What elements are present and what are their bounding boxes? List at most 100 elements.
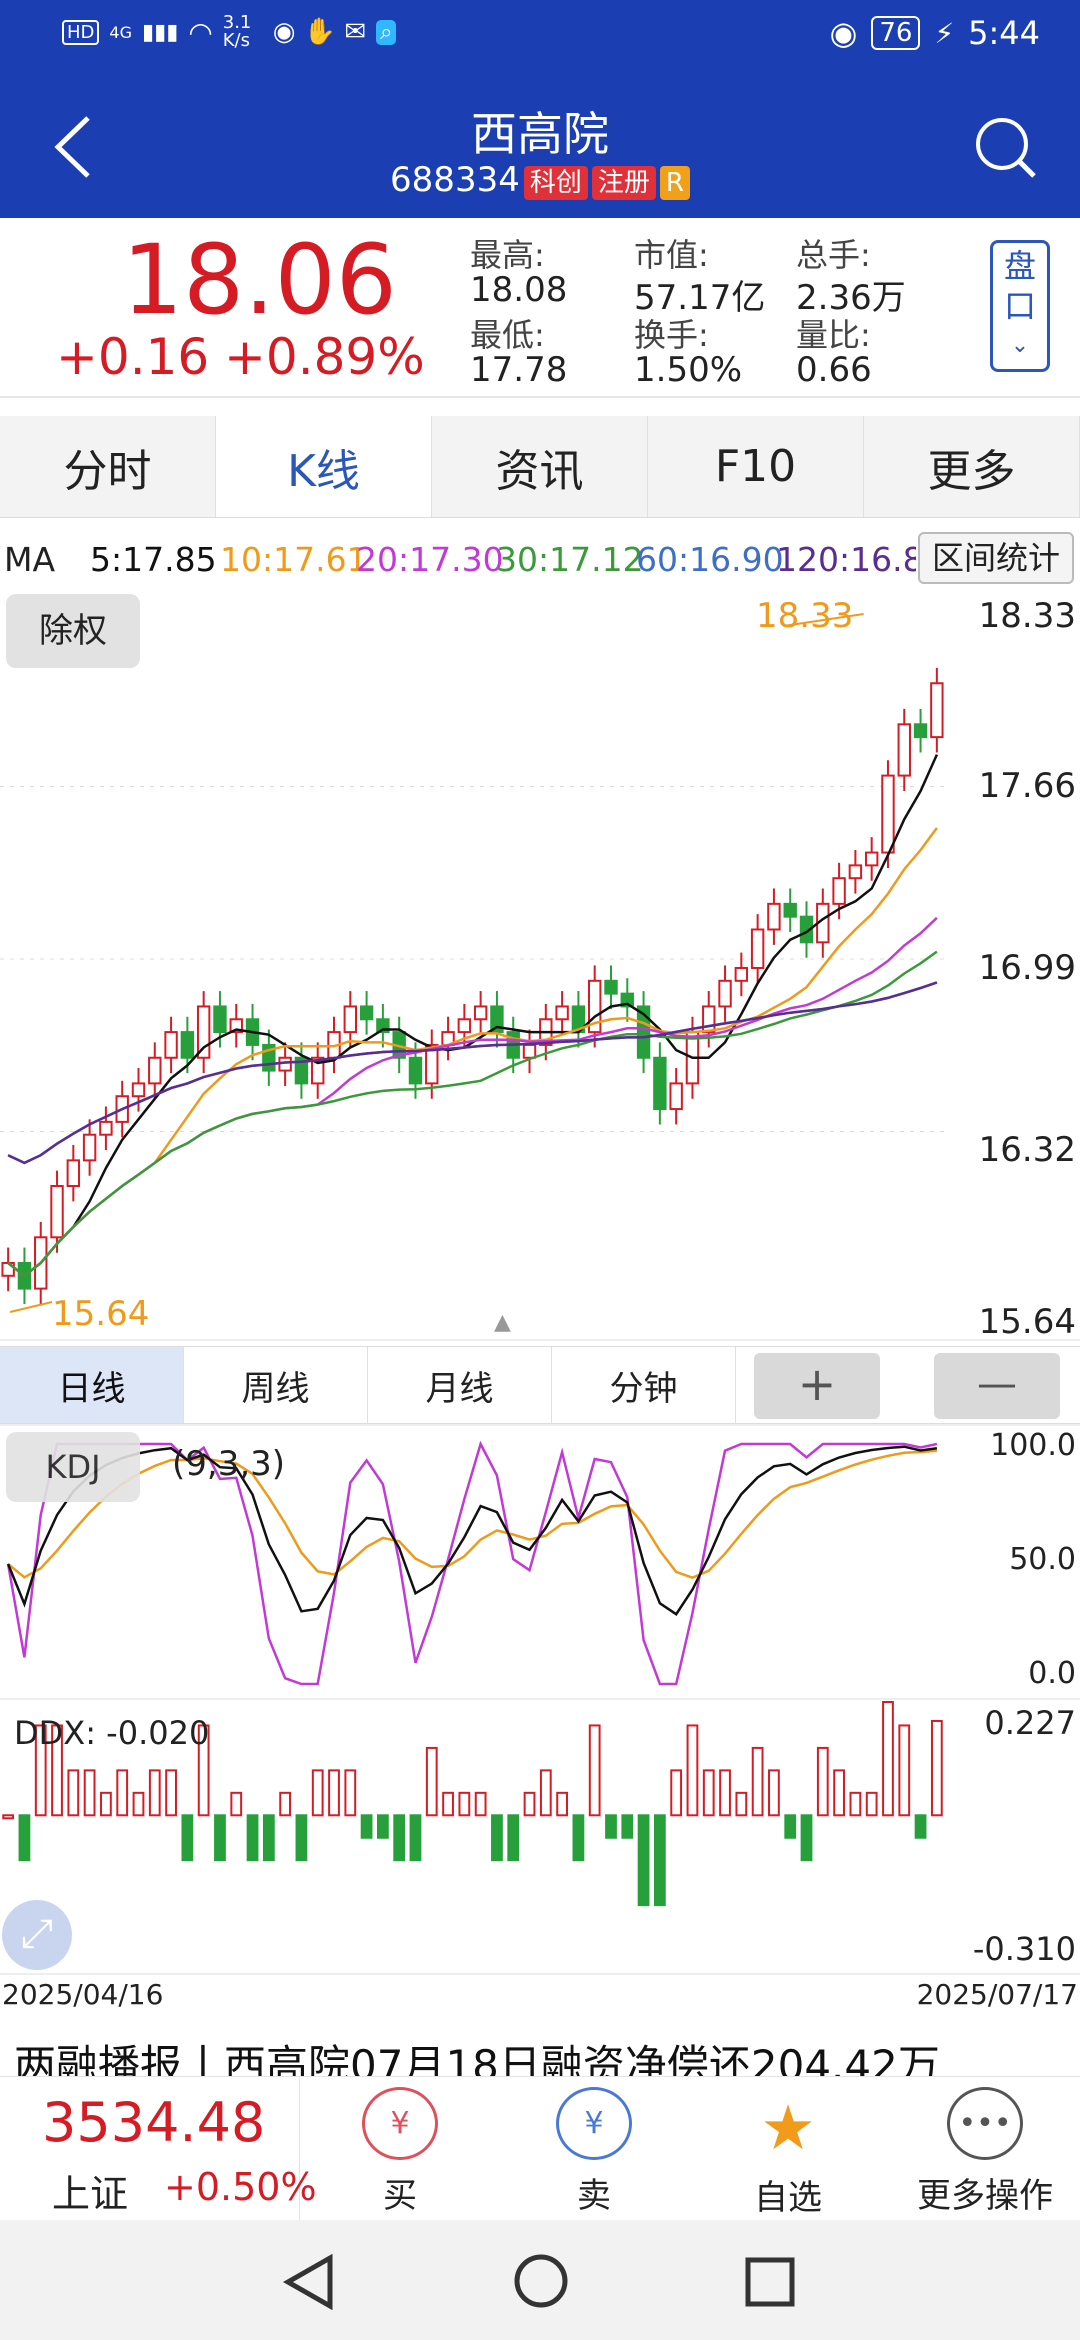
more-actions-label: 更多操作 (917, 2176, 1053, 2216)
main-tabs: 分时 K线 资讯 F10 更多 (0, 416, 1080, 518)
price-change-pct: +0.89% (224, 328, 425, 386)
ddx-bar (328, 1769, 340, 1817)
kdj-button[interactable]: KDJ (6, 1432, 140, 1502)
ddx-bar (507, 1814, 520, 1862)
period-minute[interactable]: 分钟 (552, 1347, 736, 1423)
tab-kline[interactable]: K线 (216, 416, 432, 517)
ddx-bar (148, 1769, 161, 1817)
nav-recents-icon[interactable] (744, 2256, 796, 2308)
index-widget[interactable]: 3534.48 上证 +0.50% (0, 2077, 317, 2221)
ma10-value: 10:17.61 (220, 540, 368, 579)
y-label-2: 17.66 (978, 766, 1076, 806)
ma30-line (7, 950, 938, 1278)
expand-arrow-icon[interactable]: ▲ (494, 1310, 511, 1335)
ddx-label: DDX: -0.020 (14, 1714, 210, 1752)
sell-button[interactable]: ¥ 卖 (534, 2087, 654, 2217)
ddx-panel[interactable]: DDX: -0.020 0.227 -0.310 ⤢ (0, 1698, 1080, 1976)
ddx-bar (686, 1724, 699, 1817)
ddx-bar (67, 1769, 80, 1817)
tab-more[interactable]: 更多 (864, 416, 1080, 517)
ddx-bar (491, 1814, 503, 1862)
stock-name: 西高院 (471, 107, 609, 161)
date-start: 2025/04/16 (2, 1978, 164, 2011)
ddx-bar (262, 1814, 275, 1862)
more-actions-button[interactable]: ••• 更多操作 (900, 2087, 1070, 2217)
kdj-params: (9,3,3) (172, 1444, 286, 1484)
candle-body (82, 1133, 97, 1162)
watchlist-label: 自选 (754, 2177, 822, 2218)
tab-news[interactable]: 资讯 (432, 416, 648, 517)
ma-label: MA (4, 540, 56, 579)
ma30-value: 30:17.12 (496, 540, 644, 579)
ddx-bar (833, 1769, 845, 1817)
ddx-bar (295, 1814, 308, 1862)
ddx-bar (360, 1814, 373, 1839)
kdj-panel[interactable]: KDJ (9,3,3) 100.0 50.0 0.0 (0, 1424, 1080, 1696)
buy-button[interactable]: ¥ 买 (340, 2087, 460, 2217)
tag-r: R (659, 166, 690, 200)
ma5-line (7, 754, 939, 1278)
candle-body (473, 1005, 488, 1021)
current-price: 18.06 (122, 224, 397, 336)
ddx-bar (2, 1814, 15, 1820)
fullscreen-icon[interactable]: ⤢ (2, 1900, 72, 1970)
kdj-y-0: 0.0 (1028, 1656, 1076, 1691)
ddx-bar (539, 1769, 552, 1817)
bottom-action-bar: 3534.48 上证 +0.50% ¥ 买 ¥ 卖 ★ 自选 ••• 更多操作 (0, 2076, 1080, 2221)
ddx-bar (311, 1769, 324, 1817)
tag-zhuce: 注册 (591, 166, 656, 200)
tab-timeshare[interactable]: 分时 (0, 416, 216, 517)
kdj-y-100: 100.0 (990, 1428, 1076, 1463)
more-dots-icon: ••• (947, 2087, 1023, 2160)
kline-chart[interactable]: 除权 18.33 17.66 16.99 16.32 15.64 18.33 1… (0, 584, 1080, 1344)
ddx-bar (572, 1814, 585, 1862)
ddx-bar (230, 1791, 243, 1817)
y-label-4: 16.32 (978, 1130, 1076, 1170)
stock-code-row: 688334 科创 注册 R (0, 160, 1080, 200)
candle-body (864, 851, 879, 867)
ddx-bar (914, 1814, 927, 1839)
kdj-canvas (0, 1424, 1080, 1686)
search-icon[interactable] (974, 116, 1040, 182)
watchlist-button[interactable]: ★ 自选 (728, 2087, 848, 2218)
zoom-in-button[interactable]: + (754, 1353, 880, 1419)
candle-body (213, 1005, 227, 1034)
range-stats-button[interactable]: 区间统计 (918, 532, 1074, 584)
candle-body (897, 723, 911, 777)
ddx-y-top: 0.227 (984, 1704, 1076, 1742)
candle-body (408, 1056, 423, 1085)
candle-body (750, 928, 765, 969)
ma-legend: MA 5:17.85 10:17.61 20:17.30 30:17.12 60… (0, 532, 1080, 584)
ddx-bar (637, 1814, 650, 1907)
ddx-y-bottom: -0.310 (972, 1930, 1076, 1968)
candle-body (164, 1031, 178, 1059)
candle-body (604, 979, 618, 995)
candle-body (99, 1120, 113, 1136)
period-week[interactable]: 周线 (184, 1347, 368, 1423)
ddx-bar (344, 1769, 357, 1817)
period-month[interactable]: 月线 (368, 1347, 552, 1423)
candle-body (555, 1005, 569, 1021)
ddx-bar (882, 1701, 894, 1817)
y-label-1: 18.33 (978, 596, 1076, 636)
zoom-out-button[interactable]: — (934, 1353, 1060, 1419)
news-ticker[interactable]: 两融播报丨西高院07月18日融资净偿还204.42万 (0, 2032, 1080, 2082)
y-label-5: 15.64 (978, 1302, 1076, 1342)
ddx-bar (735, 1791, 748, 1817)
candle-body (783, 902, 797, 918)
ddx-bar (702, 1769, 715, 1817)
system-nav-bar (0, 2220, 1080, 2340)
ma5-value: 5:17.85 (90, 540, 217, 579)
tab-f10[interactable]: F10 (648, 416, 864, 517)
ddx-bar (523, 1791, 536, 1817)
period-day[interactable]: 日线 (0, 1347, 184, 1423)
nav-back-icon[interactable] (282, 2252, 336, 2312)
nav-home-icon[interactable] (512, 2252, 570, 2310)
adjust-button[interactable]: 除权 (6, 594, 140, 668)
candle-body (881, 774, 895, 854)
ddx-bar (425, 1746, 438, 1817)
chevron-down-icon: ⌄ (1010, 333, 1030, 358)
kdj-y-50: 50.0 (1009, 1542, 1076, 1577)
order-book-button[interactable]: 盘 口 ⌄ (990, 240, 1050, 372)
app-bar: 西高院 688334 科创 注册 R (0, 72, 1080, 218)
